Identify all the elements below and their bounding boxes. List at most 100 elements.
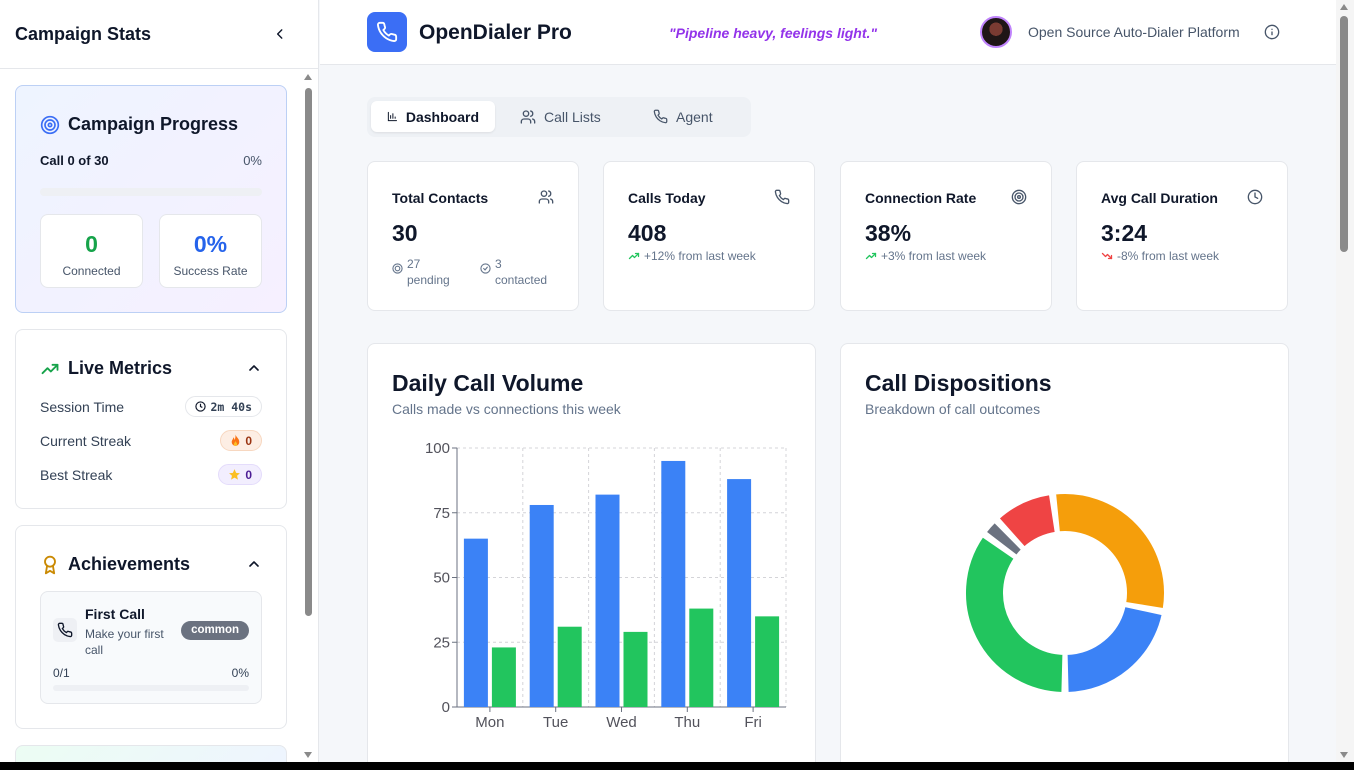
live-metrics-title: Live Metrics bbox=[68, 358, 173, 378]
check-circle-icon bbox=[480, 263, 491, 274]
trending-down-icon bbox=[1101, 252, 1113, 260]
session-time-value: 2m 40s bbox=[210, 399, 252, 414]
call-dispositions-chart bbox=[964, 492, 1166, 694]
bar-series-1 bbox=[557, 626, 582, 707]
success-rate-label: Success Rate bbox=[173, 264, 248, 278]
y-tick-label: 50 bbox=[433, 570, 450, 587]
phone-icon bbox=[57, 622, 73, 638]
main-scroll-thumb[interactable] bbox=[1340, 16, 1348, 252]
app-window: Campaign Stats Campaign Progress Call 0 … bbox=[0, 0, 1354, 762]
info-icon[interactable] bbox=[1264, 24, 1280, 40]
achievement-description: Make your first call bbox=[85, 627, 164, 657]
target-icon bbox=[1011, 189, 1027, 205]
total-contacts-card: Total Contacts 30 27 pending 3 contacted bbox=[367, 161, 579, 311]
y-tick-label: 25 bbox=[433, 634, 450, 651]
sidebar-header: Campaign Stats bbox=[0, 0, 318, 69]
calls-today-value: 408 bbox=[628, 220, 667, 246]
sidebar: Campaign Stats Campaign Progress Call 0 … bbox=[0, 0, 319, 762]
scroll-up-arrow[interactable] bbox=[1340, 4, 1348, 10]
achievements-title: Achievements bbox=[68, 554, 191, 574]
bar-series-1 bbox=[689, 608, 714, 707]
campaign-progress-heading: Campaign Progress bbox=[40, 114, 238, 135]
tab-call-lists[interactable]: Call Lists bbox=[504, 101, 628, 132]
calls-today-title: Calls Today bbox=[628, 190, 706, 206]
main-tabs: Dashboard Call Lists Agent bbox=[367, 97, 751, 137]
connected-label: Connected bbox=[62, 264, 121, 278]
brand-name: OpenDialer Pro bbox=[419, 21, 572, 44]
chevron-left-icon bbox=[276, 29, 283, 39]
call-dispositions-panel: Call Dispositions Breakdown of call outc… bbox=[840, 343, 1289, 762]
campaign-progress-card: Campaign Progress Call 0 of 30 0% 0 Conn… bbox=[15, 85, 287, 313]
connected-tile: 0 Connected bbox=[40, 214, 143, 288]
target-icon bbox=[392, 263, 403, 274]
connection-rate-title: Connection Rate bbox=[865, 190, 977, 206]
connected-value: 0 bbox=[85, 231, 98, 257]
daily-call-volume-panel: Daily Call Volume Calls made vs connecti… bbox=[367, 343, 816, 762]
success-rate-tile: 0% Success Rate bbox=[159, 214, 262, 288]
scroll-up-arrow[interactable] bbox=[304, 74, 312, 80]
session-time-badge: 2m 40s bbox=[185, 396, 262, 417]
session-time-label: Session Time bbox=[40, 398, 125, 415]
scroll-down-arrow[interactable] bbox=[304, 752, 312, 758]
connection-rate-card: Connection Rate 38% +3% from last week bbox=[840, 161, 1052, 311]
best-streak-row: Best Streak 0 bbox=[40, 464, 262, 485]
chevron-up-icon[interactable] bbox=[246, 360, 262, 376]
sidebar-scroll-thumb[interactable] bbox=[305, 88, 312, 616]
total-contacts-value: 30 bbox=[392, 220, 418, 246]
calls-today-delta: +12% from last week bbox=[644, 249, 756, 263]
app-logo bbox=[367, 12, 407, 52]
users-icon bbox=[538, 190, 554, 204]
trending-up-icon bbox=[41, 363, 59, 374]
avg-call-duration-card: Avg Call Duration 3:24 -8% from last wee… bbox=[1076, 161, 1288, 311]
achievement-item: First Call Make your first call common 0… bbox=[40, 591, 262, 704]
y-tick-label: 75 bbox=[433, 505, 450, 522]
platform-label: Open Source Auto-Dialer Platform bbox=[1028, 24, 1240, 40]
phone-icon bbox=[653, 109, 668, 124]
achievement-icon-box bbox=[53, 618, 77, 642]
contacted-label: 3 contacted bbox=[495, 257, 548, 287]
donut-slice-3 bbox=[1053, 492, 1166, 611]
y-tick-label: 100 bbox=[425, 440, 450, 457]
achievement-percent: 0% bbox=[231, 666, 249, 680]
tab-agent[interactable]: Agent bbox=[637, 101, 747, 132]
campaign-progress-title: Campaign Progress bbox=[68, 114, 239, 134]
bar-series-0 bbox=[661, 460, 686, 707]
current-streak-value: 0 bbox=[245, 433, 252, 448]
phone-icon bbox=[377, 21, 398, 42]
achievements-card: Achievements First Call Make your first … bbox=[15, 525, 287, 729]
chevron-up-icon[interactable] bbox=[246, 556, 262, 572]
avg-call-duration-title: Avg Call Duration bbox=[1101, 190, 1218, 206]
sidebar-scrollbar[interactable] bbox=[303, 72, 314, 760]
avg-call-duration-delta: -8% from last week bbox=[1117, 249, 1220, 263]
award-icon bbox=[44, 555, 56, 574]
clock-icon bbox=[1247, 189, 1263, 205]
call-count-label: Call 0 of 30 bbox=[40, 153, 109, 168]
pending-count: 27 pending bbox=[392, 256, 463, 288]
avg-call-duration-value: 3:24 bbox=[1101, 220, 1148, 246]
current-streak-badge: 0 bbox=[220, 430, 262, 451]
achievement-progress-row: 0/1 0% bbox=[53, 666, 249, 680]
tab-dashboard[interactable]: Dashboard bbox=[371, 101, 495, 132]
scroll-down-arrow[interactable] bbox=[1340, 752, 1348, 758]
tab-call-lists-label: Call Lists bbox=[544, 108, 601, 125]
main-scrollbar[interactable] bbox=[1336, 0, 1354, 762]
next-sidebar-card bbox=[15, 745, 287, 762]
avatar[interactable] bbox=[980, 16, 1012, 48]
bar-series-0 bbox=[463, 538, 488, 707]
best-streak-badge: 0 bbox=[218, 464, 262, 485]
connection-rate-value: 38% bbox=[865, 220, 912, 246]
session-time-row: Session Time 2m 40s bbox=[40, 396, 262, 417]
bar-series-1 bbox=[623, 631, 648, 707]
live-metrics-card: Live Metrics Session Time 2m 40s Current… bbox=[15, 329, 287, 509]
best-streak-value: 0 bbox=[245, 467, 252, 482]
tab-agent-label: Agent bbox=[676, 108, 713, 125]
target-icon bbox=[40, 115, 60, 134]
trending-up-icon bbox=[628, 252, 640, 260]
donut-slice-4 bbox=[1065, 604, 1164, 694]
connection-rate-delta: +3% from last week bbox=[881, 249, 987, 263]
collapse-sidebar-button[interactable] bbox=[270, 24, 290, 44]
achievement-progress: 0/1 bbox=[53, 666, 70, 680]
fire-icon bbox=[232, 434, 240, 446]
daily-call-volume-chart: 0 25 50 75 100 Mon Tue Wed Thu Fri bbox=[425, 440, 787, 731]
x-tick-label: Fri bbox=[744, 714, 762, 731]
